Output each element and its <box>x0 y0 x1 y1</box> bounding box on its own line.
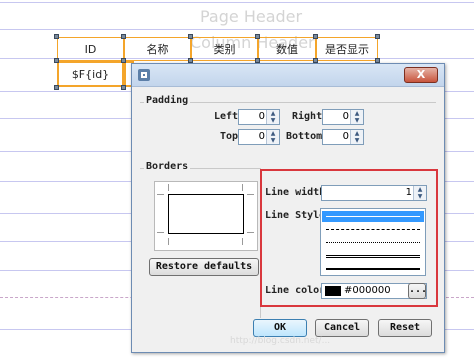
line-sample <box>326 268 420 270</box>
spinner-arrows[interactable]: ▲ ▼ <box>350 110 363 124</box>
close-button[interactable]: X <box>404 67 438 83</box>
bottom-padding-label: Bottom <box>286 131 323 142</box>
header-cell-visible[interactable]: 是否显示 <box>316 37 378 61</box>
dialog-titlebar[interactable]: X <box>132 64 444 87</box>
line-style-dotted[interactable] <box>322 237 424 248</box>
cancel-button[interactable]: Cancel <box>315 319 369 337</box>
spinner-arrows[interactable]: ▲ ▼ <box>266 110 279 124</box>
header-cell-value[interactable]: 数值 <box>258 37 316 61</box>
color-swatch <box>325 286 341 296</box>
line-sample <box>326 242 420 243</box>
top-padding-label: Top <box>220 131 239 142</box>
line-color-label: Line color <box>265 285 326 296</box>
line-sample <box>326 229 420 230</box>
line-style-thick[interactable] <box>322 263 424 274</box>
borders-group-title: Borders <box>144 161 191 172</box>
ok-button[interactable]: OK <box>253 319 307 337</box>
selection-handle[interactable] <box>313 34 318 39</box>
spin-up-icon[interactable]: ▲ <box>414 186 426 193</box>
app-icon <box>138 69 150 81</box>
spinner-arrows[interactable]: ▲ ▼ <box>350 130 363 144</box>
left-padding-spinner[interactable]: 0 ▲ ▼ <box>238 109 280 125</box>
line-width-label: Line width <box>265 187 326 198</box>
corner-tick <box>157 232 164 233</box>
line-sample <box>326 255 420 258</box>
spinner-arrows[interactable]: ▲ ▼ <box>266 130 279 144</box>
page-header-band-title: Page Header <box>200 7 303 26</box>
watermark: http://blog.csdn.net/... <box>230 336 331 346</box>
selection-handle[interactable] <box>121 34 126 39</box>
bottom-padding-spinner[interactable]: 0 ▲ ▼ <box>322 129 364 145</box>
corner-tick <box>242 238 243 245</box>
line-style-double[interactable] <box>322 250 424 261</box>
selection-handle[interactable] <box>255 34 260 39</box>
spin-up-icon[interactable]: ▲ <box>267 130 279 137</box>
left-padding-value: 0 <box>258 111 265 122</box>
bottom-padding-value: 0 <box>342 131 349 142</box>
band-line <box>0 2 474 3</box>
color-picker-button[interactable]: ... <box>408 283 427 299</box>
selection-handle[interactable] <box>121 85 126 90</box>
spin-up-icon[interactable]: ▲ <box>351 130 363 137</box>
restore-defaults-button[interactable]: Restore defaults <box>149 258 259 276</box>
selection-handle[interactable] <box>54 58 59 63</box>
spin-down-icon[interactable]: ▼ <box>267 117 279 124</box>
selection-handle[interactable] <box>188 34 193 39</box>
spin-up-icon[interactable]: ▲ <box>267 110 279 117</box>
spin-down-icon[interactable]: ▼ <box>351 137 363 144</box>
line-sample <box>326 216 420 217</box>
line-style-list[interactable] <box>320 208 426 276</box>
band-line <box>0 29 474 30</box>
selection-handle[interactable] <box>121 58 126 63</box>
spinner-arrows[interactable]: ▲ ▼ <box>413 186 426 200</box>
detail-cell-id[interactable]: $F{id} <box>57 61 124 87</box>
header-cell-id[interactable]: ID <box>57 37 124 61</box>
selection-handle[interactable] <box>54 34 59 39</box>
corner-tick <box>247 194 254 195</box>
header-cell-category[interactable]: 类别 <box>191 37 258 61</box>
line-style-dashed[interactable] <box>322 224 424 235</box>
spin-down-icon[interactable]: ▼ <box>414 193 426 200</box>
spin-up-icon[interactable]: ▲ <box>351 110 363 117</box>
left-padding-label: Left <box>214 111 239 122</box>
line-width-spinner[interactable]: 1 ▲ ▼ <box>321 185 427 201</box>
line-style-label: Line Style <box>265 210 326 221</box>
reset-button[interactable]: Reset <box>378 319 432 337</box>
spin-down-icon[interactable]: ▼ <box>351 117 363 124</box>
padding-group-title: Padding <box>144 95 191 106</box>
line-style-solid[interactable] <box>322 211 424 222</box>
right-padding-value: 0 <box>342 111 349 122</box>
corner-tick <box>157 194 164 195</box>
corner-tick <box>242 184 243 191</box>
top-padding-spinner[interactable]: 0 ▲ ▼ <box>238 129 280 145</box>
line-width-value: 1 <box>405 187 412 198</box>
right-padding-spinner[interactable]: 0 ▲ ▼ <box>322 109 364 125</box>
line-color-value: #000000 <box>344 285 391 296</box>
corner-tick <box>168 238 169 245</box>
top-padding-value: 0 <box>258 131 265 142</box>
border-preview[interactable] <box>154 181 258 251</box>
right-padding-label: Right <box>292 111 323 122</box>
spin-down-icon[interactable]: ▼ <box>267 137 279 144</box>
header-cell-name[interactable]: 名称 <box>124 37 191 61</box>
corner-tick <box>168 184 169 191</box>
selection-handle[interactable] <box>54 85 59 90</box>
box-properties-dialog: X Padding Left 0 ▲ ▼ Right 0 ▲ ▼ Top 0 ▲… <box>131 63 445 353</box>
border-preview-box[interactable] <box>168 194 244 234</box>
selection-handle[interactable] <box>375 34 380 39</box>
corner-tick <box>247 232 254 233</box>
